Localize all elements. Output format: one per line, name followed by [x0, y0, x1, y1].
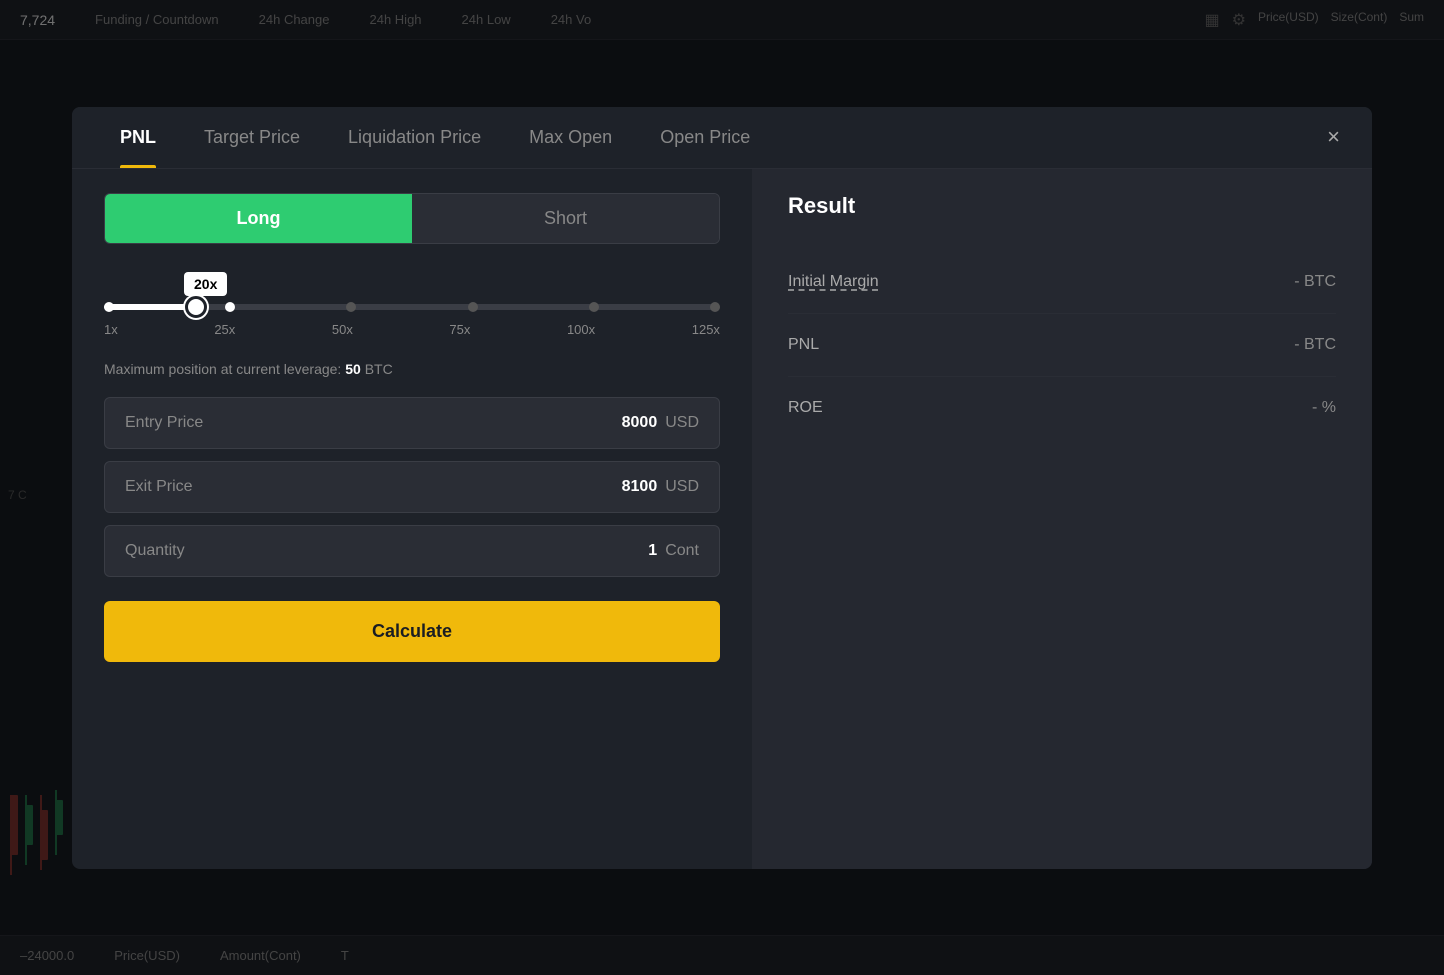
entry-price-field[interactable]: Entry Price 8000 USD — [104, 397, 720, 449]
right-panel: Result Initial Margin - BTC PNL - BTC RO… — [752, 169, 1372, 869]
leverage-label-25x: 25x — [214, 322, 235, 337]
leverage-bubble: 20x — [184, 272, 227, 296]
result-row-pnl: PNL - BTC — [788, 314, 1336, 377]
slider-dot-1x — [104, 302, 114, 312]
result-row-initial-margin: Initial Margin - BTC — [788, 251, 1336, 314]
pnl-calculator-modal: PNL Target Price Liquidation Price Max O… — [72, 107, 1372, 869]
quantity-value: 1 — [648, 542, 657, 560]
entry-price-value: 8000 — [622, 414, 658, 432]
entry-price-value-group: 8000 USD — [622, 414, 699, 432]
exit-price-value-group: 8100 USD — [622, 478, 699, 496]
pnl-label: PNL — [788, 336, 819, 354]
slider-thumb[interactable] — [185, 296, 207, 318]
leverage-label-50x: 50x — [332, 322, 353, 337]
slider-dot-125x — [710, 302, 720, 312]
exit-price-label: Exit Price — [125, 478, 193, 496]
result-row-roe: ROE - % — [788, 377, 1336, 439]
pnl-value: - BTC — [1294, 336, 1336, 354]
leverage-label-75x: 75x — [449, 322, 470, 337]
long-toggle-btn[interactable]: Long — [105, 194, 412, 243]
leverage-slider-track — [104, 304, 720, 310]
leverage-labels: 1x 25x 50x 75x 100x 125x — [104, 322, 720, 337]
tab-target-price[interactable]: Target Price — [180, 107, 324, 168]
slider-dot-50x — [346, 302, 356, 312]
entry-price-label: Entry Price — [125, 414, 203, 432]
quantity-label: Quantity — [125, 542, 185, 560]
leverage-section: 20x 1x 25x 50x — [104, 272, 720, 337]
short-toggle-btn[interactable]: Short — [412, 194, 719, 243]
modal-header: PNL Target Price Liquidation Price Max O… — [72, 107, 1372, 169]
quantity-field[interactable]: Quantity 1 Cont — [104, 525, 720, 577]
close-button[interactable]: × — [1319, 118, 1348, 156]
tab-liquidation-price[interactable]: Liquidation Price — [324, 107, 505, 168]
quantity-unit: Cont — [665, 542, 699, 560]
slider-dot-75x — [468, 302, 478, 312]
left-panel: Long Short 20x — [72, 169, 752, 869]
slider-dot-25x — [225, 302, 235, 312]
leverage-label-125x: 125x — [692, 322, 720, 337]
entry-price-unit: USD — [665, 414, 699, 432]
result-title: Result — [788, 193, 1336, 219]
tab-max-open[interactable]: Max Open — [505, 107, 636, 168]
exit-price-value: 8100 — [622, 478, 658, 496]
modal-body: Long Short 20x — [72, 169, 1372, 869]
exit-price-unit: USD — [665, 478, 699, 496]
leverage-label-100x: 100x — [567, 322, 595, 337]
quantity-value-group: 1 Cont — [648, 542, 699, 560]
roe-value: - % — [1312, 399, 1336, 417]
initial-margin-value: - BTC — [1294, 273, 1336, 291]
max-position-text: Maximum position at current leverage: 50… — [104, 361, 720, 377]
leverage-label-1x: 1x — [104, 322, 118, 337]
exit-price-group: Exit Price 8100 USD — [104, 461, 720, 513]
roe-label: ROE — [788, 399, 823, 417]
entry-price-group: Entry Price 8000 USD — [104, 397, 720, 449]
initial-margin-label: Initial Margin — [788, 273, 879, 291]
tab-pnl[interactable]: PNL — [96, 107, 180, 168]
calculate-button[interactable]: Calculate — [104, 601, 720, 662]
slider-dot-100x — [589, 302, 599, 312]
exit-price-field[interactable]: Exit Price 8100 USD — [104, 461, 720, 513]
quantity-group: Quantity 1 Cont — [104, 525, 720, 577]
tab-open-price[interactable]: Open Price — [636, 107, 774, 168]
long-short-toggle: Long Short — [104, 193, 720, 244]
